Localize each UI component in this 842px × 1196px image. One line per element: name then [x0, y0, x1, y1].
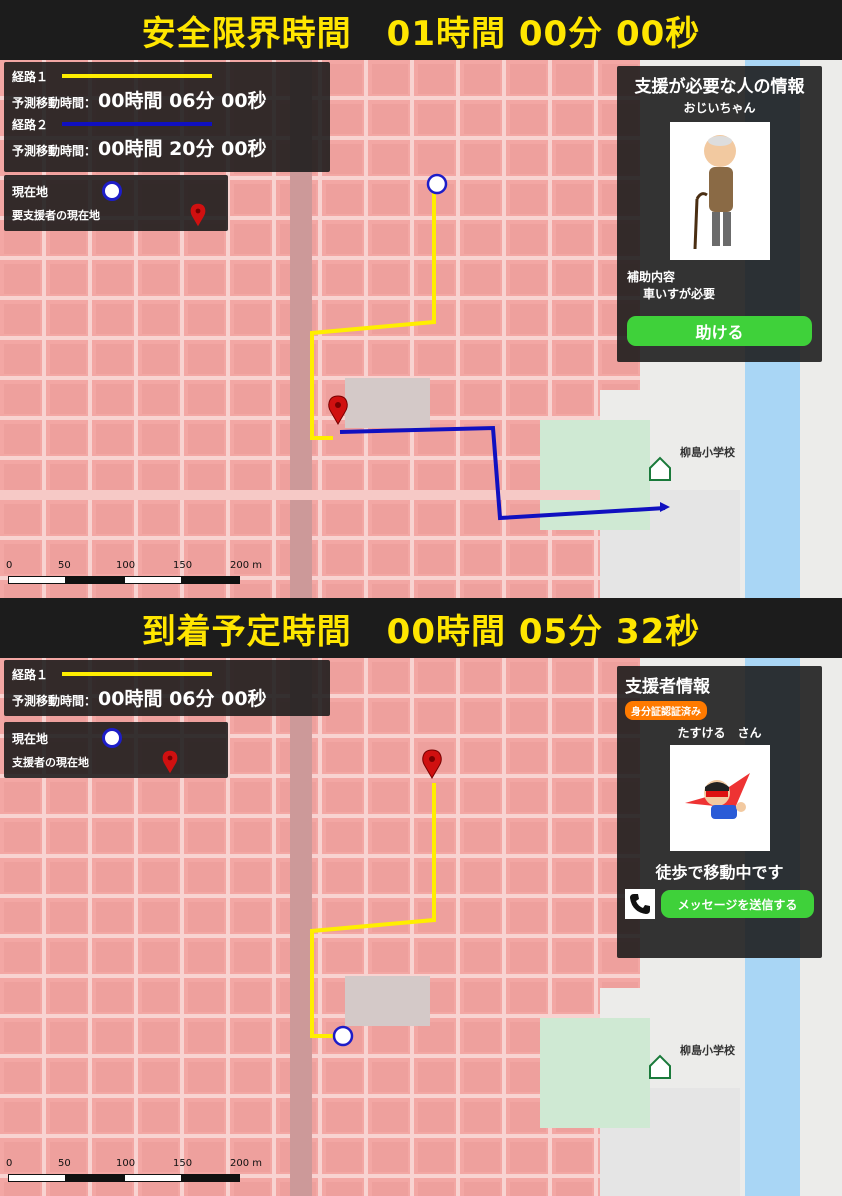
assist-label: 補助内容	[627, 270, 676, 284]
scale-tick: 100	[116, 1158, 136, 1169]
safety-time-title: 安全限界時間 01時間 00分 00秒	[0, 0, 842, 60]
route-2-label: 経路２	[12, 117, 49, 132]
help-button[interactable]: 助ける	[627, 316, 812, 346]
info-title: 支援が必要な人の情報	[634, 77, 805, 97]
route-2-eta-value: 00時間 20分 00秒	[98, 138, 267, 160]
route-1-eta: 予測移動時間： 00時間 06分 00秒	[12, 684, 322, 712]
superhero-icon	[684, 773, 750, 819]
scale-tick: 200 m	[230, 560, 263, 571]
route-1-eta-value: 00時間 06分 00秒	[98, 90, 267, 112]
scale-tick: 150	[173, 560, 193, 571]
assist-value: 車いすが必要	[643, 287, 716, 301]
elderly-man-icon	[693, 134, 736, 249]
route-1-label: 経路１	[12, 667, 49, 682]
route-2-eta: 予測移動時間： 00時間 20分 00秒	[12, 134, 322, 162]
current-location-icon	[426, 173, 448, 195]
school-label: 柳島小学校	[680, 1044, 735, 1057]
current-location-icon	[332, 1025, 354, 1047]
eta-prefix: 予測移動時間：	[12, 144, 97, 158]
top-map[interactable]: 柳島小学校 経路１ 予測移動時間： 00時間 06分 00秒 経路２ 予測移動時間…	[0, 60, 842, 598]
scale-tick: 0	[6, 1158, 13, 1169]
person-location-label: 要支援者の現在地	[12, 209, 100, 222]
route-1-label: 経路１	[12, 69, 49, 84]
route-legend-panel: 経路１ 予測移動時間： 00時間 06分 00秒	[4, 660, 330, 716]
scale-tick: 150	[173, 1158, 193, 1169]
route-1-swatch	[62, 74, 213, 78]
current-location-label: 現在地	[12, 731, 49, 746]
person-info-panel: 支援が必要な人の情報 おじいちゃん 補助内容 車いすが必要 助ける	[617, 66, 822, 362]
location-pin-icon	[190, 203, 206, 227]
bottom-map[interactable]: 柳島小学校 経路１ 予測移動時間： 00時間 06分 00秒 現在地 支援者の現在…	[0, 658, 842, 1196]
elderly-man-illustration	[669, 122, 770, 260]
send-message-button[interactable]: メッセージを送信する	[661, 890, 814, 918]
route-2-swatch	[62, 122, 213, 126]
location-legend-panel: 現在地 支援者の現在地	[4, 722, 228, 778]
eta-prefix: 予測移動時間：	[12, 96, 97, 110]
scale-bar: 0 50 100 150 200 m	[6, 560, 266, 590]
info-title: 支援者情報	[625, 677, 710, 697]
superhero-illustration	[669, 745, 770, 851]
scale-tick: 200 m	[230, 1158, 263, 1169]
current-location-icon	[102, 181, 122, 201]
person-name: おじいちゃん	[683, 101, 756, 115]
route-1-swatch	[62, 672, 213, 676]
arrival-time-title: 到着予定時間 00時間 05分 32秒	[0, 598, 842, 658]
helper-info-panel: 支援者情報 身分証認証済み たすける さん 徒歩で移動中です メッセージを送信す…	[617, 666, 822, 958]
scale-bar: 0 50 100 150 200 m	[6, 1158, 266, 1188]
eta-prefix: 予測移動時間：	[12, 694, 97, 708]
scale-tick: 100	[116, 560, 136, 571]
scale-tick: 0	[6, 560, 13, 571]
school-label: 柳島小学校	[680, 446, 735, 459]
scale-tick: 50	[58, 1158, 71, 1169]
location-pin-icon	[162, 750, 178, 774]
current-location-label: 現在地	[12, 184, 49, 199]
helper-status: 徒歩で移動中です	[655, 863, 784, 882]
route-legend-panel: 経路１ 予測移動時間： 00時間 06分 00秒 経路２ 予測移動時間： 00時間 …	[4, 62, 330, 172]
route-1-eta-value: 00時間 06分 00秒	[98, 688, 267, 710]
helper-name: たすける さん	[677, 726, 762, 740]
route-1-eta: 予測移動時間： 00時間 06分 00秒	[12, 86, 322, 114]
location-legend-panel: 現在地 要支援者の現在地	[4, 175, 228, 231]
phone-icon[interactable]	[625, 889, 655, 919]
helper-location-label: 支援者の現在地	[12, 756, 89, 769]
scale-tick: 50	[58, 560, 71, 571]
current-location-icon	[102, 728, 122, 748]
verified-badge: 身分証認証済み	[625, 701, 707, 720]
